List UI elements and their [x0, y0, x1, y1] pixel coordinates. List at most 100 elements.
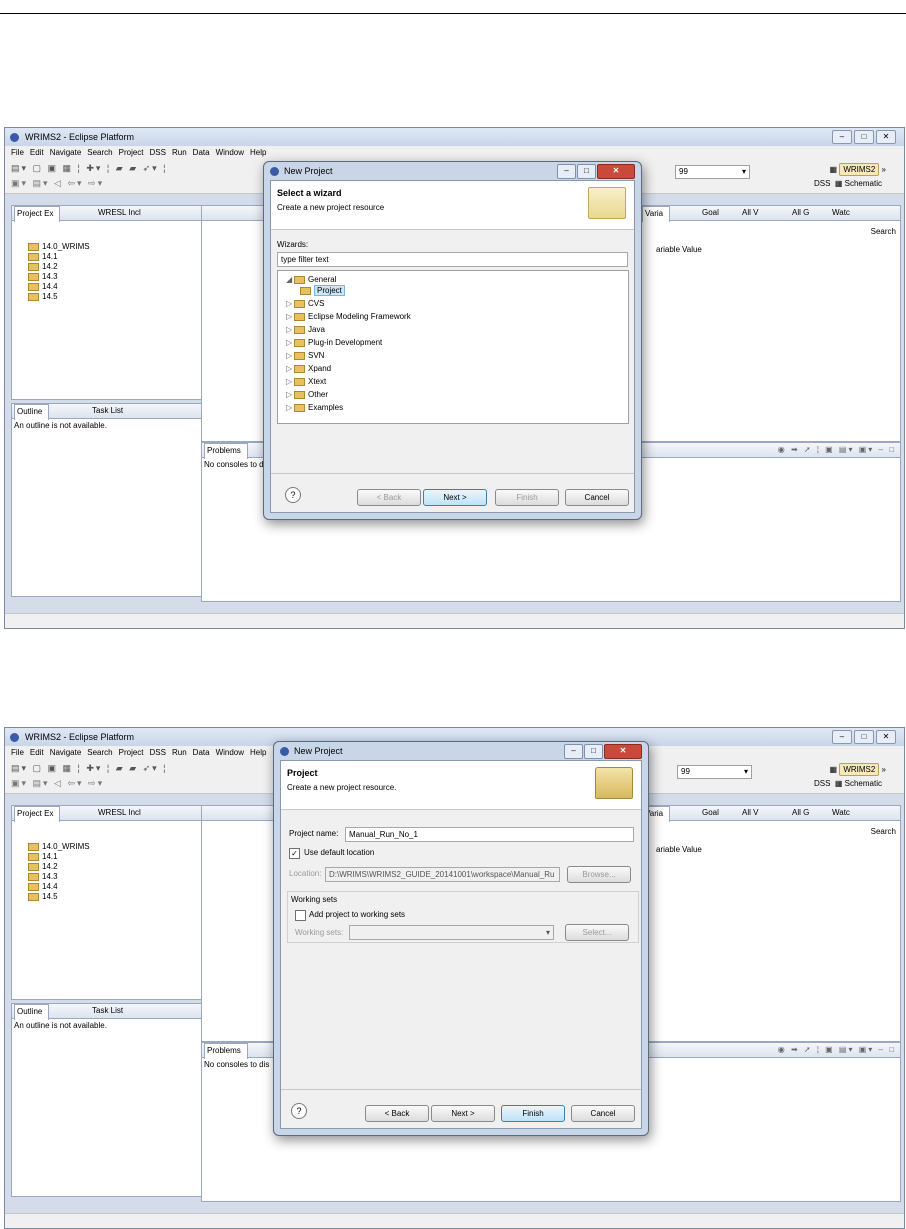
project-item[interactable]: 14.2 [28, 262, 90, 272]
project-item[interactable]: 14.3 [28, 272, 90, 282]
tree-item-svn[interactable]: ▷ SVN [286, 350, 324, 361]
dialog-minimize-button[interactable]: – [564, 744, 583, 759]
menu-data[interactable]: Data [193, 148, 210, 157]
console-toolbar-icons[interactable]: ◉ ➡ ➚ ¦ ▣ ▤▾ ▣▾ – □ [778, 1045, 896, 1054]
project-item[interactable]: 14.4 [28, 282, 90, 292]
project-name-input[interactable]: Manual_Run_No_1 [345, 827, 634, 842]
add-working-sets-checkbox[interactable] [295, 910, 306, 921]
dialog-maximize-button[interactable]: □ [577, 164, 596, 179]
tab-outline[interactable]: Outline [14, 1004, 50, 1020]
menu-project[interactable]: Project [119, 148, 144, 157]
project-item[interactable]: 14.0_WRIMS [28, 242, 90, 252]
help-icon[interactable]: ? [291, 1103, 307, 1119]
tab-project-explorer[interactable]: Project Ex [14, 206, 61, 222]
menu-edit[interactable]: Edit [30, 148, 44, 157]
dialog-maximize-button[interactable]: □ [584, 744, 603, 759]
toolbar-icons-row2[interactable]: ▣▾ ▤▾ ◁ ⇦▾ ⇨▾ [11, 778, 104, 789]
next-button[interactable]: Next > [423, 489, 487, 506]
dss-shortcut[interactable]: DSS [814, 179, 830, 188]
perspective-wrims2-button[interactable]: WRIMS2 [839, 163, 880, 176]
tree-item-examples[interactable]: ▷ Examples [286, 402, 343, 413]
tree-item-xtext[interactable]: ▷ Xtext [286, 376, 326, 387]
toolbar-icons-row2[interactable]: ▣▾ ▤▾ ◁ ⇦▾ ⇨▾ [11, 178, 104, 189]
tab-all-goals[interactable]: All G [792, 808, 809, 817]
menu-navigate[interactable]: Navigate [50, 748, 82, 757]
location-input[interactable]: D:\WRIMS\WRIMS2_GUIDE_20141001\workspace… [325, 867, 560, 882]
finish-button[interactable]: Finish [501, 1105, 565, 1122]
toolbar-icons-row1[interactable]: ▤▾ ▢ ▣ ▦ ¦ ✚▾ ¦ ▰ ▰ ➶▾ ¦ [11, 763, 168, 774]
tree-item-other[interactable]: ▷ Other [286, 389, 328, 400]
menu-project[interactable]: Project [119, 748, 144, 757]
tree-item-plugin[interactable]: ▷ Plug-in Development [286, 337, 382, 348]
select-button[interactable]: Select... [565, 924, 629, 941]
tab-all-goals[interactable]: All G [792, 208, 809, 217]
perspective-wrims2-button[interactable]: WRIMS2 [839, 763, 880, 776]
cancel-button[interactable]: Cancel [571, 1105, 635, 1122]
schematic-shortcut[interactable]: Schematic [845, 179, 882, 188]
back-button[interactable]: < Back [357, 489, 421, 506]
tab-wresl-include[interactable]: WRESL Incl [98, 808, 141, 817]
tree-item-emf[interactable]: ▷ Eclipse Modeling Framework [286, 311, 411, 322]
console-toolbar-icons[interactable]: ◉ ➡ ➚ ¦ ▣ ▤▾ ▣▾ – □ [778, 445, 896, 454]
maximize-button[interactable]: □ [854, 130, 874, 144]
tree-item-general[interactable]: ◢ General [286, 274, 336, 285]
tab-wresl-include[interactable]: WRESL Incl [98, 208, 141, 217]
menu-run[interactable]: Run [172, 148, 187, 157]
menu-dss[interactable]: DSS [150, 748, 166, 757]
maximize-button[interactable]: □ [854, 730, 874, 744]
tree-item-xpand[interactable]: ▷ Xpand [286, 363, 331, 374]
project-item[interactable]: 14.1 [28, 252, 90, 262]
menu-file[interactable]: File [11, 148, 24, 157]
schematic-shortcut[interactable]: Schematic [845, 779, 882, 788]
dialog-close-button[interactable]: ✕ [597, 164, 635, 179]
tab-variables[interactable]: Varia [642, 206, 671, 222]
project-item[interactable]: 14.5 [28, 292, 90, 302]
browse-button[interactable]: Browse... [567, 866, 631, 883]
project-item[interactable]: 14.5 [28, 892, 90, 902]
minimize-button[interactable]: – [832, 130, 852, 144]
close-button[interactable]: ✕ [876, 130, 896, 144]
tab-project-explorer[interactable]: Project Ex [14, 806, 61, 822]
use-default-location-checkbox[interactable]: ✓ [289, 848, 300, 859]
next-button[interactable]: Next > [431, 1105, 495, 1122]
cancel-button[interactable]: Cancel [565, 489, 629, 506]
back-button[interactable]: < Back [365, 1105, 429, 1122]
tree-item-cvs[interactable]: ▷ CVS [286, 298, 324, 309]
menu-window[interactable]: Window [216, 148, 244, 157]
menu-search[interactable]: Search [87, 148, 112, 157]
tab-watch[interactable]: Watc [832, 208, 850, 217]
dialog-minimize-button[interactable]: – [557, 164, 576, 179]
menu-edit[interactable]: Edit [30, 748, 44, 757]
search-link[interactable]: Search [871, 827, 896, 836]
dss-shortcut[interactable]: DSS [814, 779, 830, 788]
close-button[interactable]: ✕ [876, 730, 896, 744]
tab-outline[interactable]: Outline [14, 404, 50, 420]
wizard-filter-input[interactable]: type filter text [277, 252, 628, 267]
tab-goal[interactable]: Goal [702, 808, 719, 817]
project-item[interactable]: 14.3 [28, 872, 90, 882]
finish-button[interactable]: Finish [495, 489, 559, 506]
menu-run[interactable]: Run [172, 748, 187, 757]
search-link[interactable]: Search [871, 227, 896, 236]
toolbar-icons-row1[interactable]: ▤▾ ▢ ▣ ▦ ¦ ✚▾ ¦ ▰ ▰ ➶▾ ¦ [11, 163, 168, 174]
help-icon[interactable]: ? [285, 487, 301, 503]
tree-item-java[interactable]: ▷ Java [286, 324, 325, 335]
tab-all-variables[interactable]: All V [742, 808, 758, 817]
tab-task-list[interactable]: Task List [92, 406, 123, 415]
menu-window[interactable]: Window [216, 748, 244, 757]
menu-help[interactable]: Help [250, 148, 266, 157]
project-item[interactable]: 14.0_WRIMS [28, 842, 90, 852]
tab-all-variables[interactable]: All V [742, 208, 758, 217]
tab-watch[interactable]: Watc [832, 808, 850, 817]
tab-problems[interactable]: Problems [204, 443, 248, 459]
menu-search[interactable]: Search [87, 748, 112, 757]
tab-task-list[interactable]: Task List [92, 1006, 123, 1015]
menu-help[interactable]: Help [250, 748, 266, 757]
iteration-combo[interactable]: 99 ▾ [675, 165, 750, 179]
project-item[interactable]: 14.1 [28, 852, 90, 862]
minimize-button[interactable]: – [832, 730, 852, 744]
tree-item-project[interactable]: Project [300, 285, 345, 296]
project-item[interactable]: 14.2 [28, 862, 90, 872]
menu-data[interactable]: Data [193, 748, 210, 757]
dialog-close-button[interactable]: ✕ [604, 744, 642, 759]
